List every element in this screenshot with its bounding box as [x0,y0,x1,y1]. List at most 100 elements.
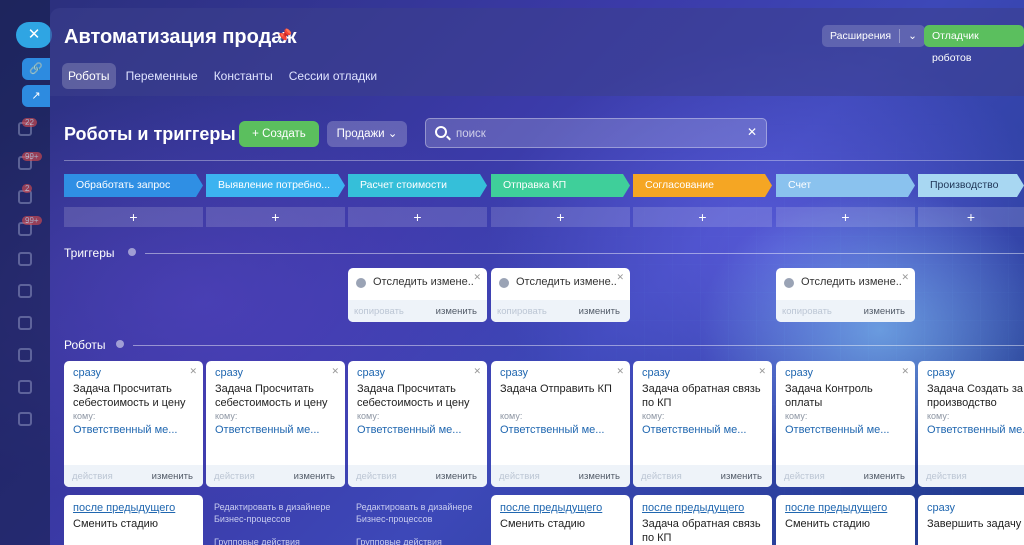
edit-link[interactable]: изменить [864,471,905,482]
copy-link[interactable]: копировать [354,306,404,317]
robot-assignee[interactable]: Ответственный ме... [642,424,746,436]
add-trigger-button[interactable]: + [206,207,345,227]
actions-link[interactable]: действия [72,471,113,482]
add-trigger-button[interactable]: + [776,207,915,227]
robot-card[interactable]: сразу ✕ Задача обратная связь по КП кому… [633,361,772,487]
pipeline-select[interactable]: Продажи ⌄ [327,121,407,147]
add-trigger-button[interactable]: + [633,207,772,227]
robot-card[interactable]: сразу Завершить задачу [918,495,1024,545]
link-icon[interactable]: 🔗 [22,58,50,80]
robot-timing[interactable]: после предыдущего [785,502,887,514]
copy-link[interactable]: копировать [497,306,547,317]
robots-label: Роботы [64,338,106,352]
robot-card[interactable]: после предыдущего Задача обратная связь … [633,495,772,545]
edit-link[interactable]: изменить [152,471,193,482]
calendar-icon[interactable] [18,252,32,266]
close-icon[interactable]: ✕ [16,22,52,48]
robot-timing[interactable]: после предыдущего [500,502,602,514]
group-actions-link[interactable]: Групповые действия [214,536,300,545]
add-trigger-button[interactable]: + [918,207,1024,227]
group-actions-link[interactable]: Групповые действия [356,536,442,545]
robot-card[interactable]: после предыдущего Сменить стадию [64,495,203,545]
edit-link[interactable]: изменить [294,471,335,482]
clear-icon[interactable]: ✕ [747,125,757,139]
box-icon[interactable] [18,380,32,394]
robot-timing[interactable]: сразу [357,367,385,379]
crm-icon[interactable] [18,348,32,362]
robot-debugger-button[interactable]: Отладчик роботов [924,25,1024,64]
help-icon[interactable] [128,248,136,256]
robot-assignee[interactable]: Ответственный ме... [927,424,1024,436]
actions-link[interactable]: действия [926,471,967,482]
robot-card[interactable]: сразу ✕ Задача Просчитать себестоимость … [348,361,487,487]
robot-timing[interactable]: сразу [927,502,955,514]
tab-variables[interactable]: Переменные [120,63,204,89]
close-icon[interactable]: ✕ [901,366,909,377]
actions-link[interactable]: действия [499,471,540,482]
open-external-icon[interactable]: ↗ [22,85,50,107]
robot-card[interactable]: после предыдущего Сменить стадию [776,495,915,545]
automation-icon[interactable] [18,412,32,426]
robot-timing[interactable]: сразу [927,367,955,379]
trigger-card[interactable]: Отследить измене... ✕ копировать изменит… [491,268,630,322]
tab-constants[interactable]: Константы [208,63,279,89]
actions-link[interactable]: действия [214,471,255,482]
actions-link[interactable]: действия [356,471,397,482]
robot-assignee[interactable]: Ответственный ме... [73,424,177,436]
edit-link[interactable]: изменить [436,306,477,317]
close-icon[interactable]: ✕ [616,366,624,377]
robot-timing[interactable]: сразу [785,367,813,379]
tab-debug-sessions[interactable]: Сессии отладки [283,63,383,89]
edit-link[interactable]: изменить [579,471,620,482]
messages-icon[interactable] [18,284,32,298]
close-icon[interactable]: ✕ [758,366,766,377]
edit-link[interactable]: изменить [864,306,905,317]
robot-card[interactable]: сразу Задача Создать за на производство … [918,361,1024,487]
robot-timing[interactable]: сразу [500,367,528,379]
close-icon[interactable]: ✕ [616,272,624,283]
close-icon[interactable]: ✕ [473,366,481,377]
robot-assignee[interactable]: Ответственный ме... [215,424,319,436]
chevron-down-icon[interactable]: ⌄ [900,30,925,42]
robot-card[interactable]: сразу ✕ Задача Просчитать себестоимость … [206,361,345,487]
tab-robots[interactable]: Роботы [62,63,116,89]
edit-link[interactable]: изменить [436,471,477,482]
create-button[interactable]: + Создать [239,121,319,147]
close-icon[interactable]: ✕ [901,272,909,283]
robot-assignee[interactable]: Ответственный ме... [785,424,889,436]
robot-timing[interactable]: сразу [215,367,243,379]
robot-timing[interactable]: сразу [642,367,670,379]
add-trigger-button[interactable]: + [491,207,630,227]
edit-in-designer-link[interactable]: Редактировать в дизайнере Бизнес-процесс… [214,501,344,525]
robot-card[interactable]: после предыдущего Сменить стадию [491,495,630,545]
add-trigger-button[interactable]: + [348,207,487,227]
extensions-label: Расширения [830,30,892,42]
robot-timing[interactable]: после предыдущего [642,502,744,514]
add-trigger-button[interactable]: + [64,207,203,227]
trigger-card[interactable]: Отследить измене... ✕ копировать изменит… [776,268,915,322]
actions-link[interactable]: действия [784,471,825,482]
trigger-card[interactable]: Отследить измене... ✕ копировать изменит… [348,268,487,322]
robot-timing[interactable]: сразу [73,367,101,379]
robot-assignee[interactable]: Ответственный ме... [500,424,604,436]
close-icon[interactable]: ✕ [331,366,339,377]
extensions-button[interactable]: Расширения ⌄ [822,25,925,47]
pin-icon[interactable]: 📌 [276,28,292,44]
robot-card[interactable]: сразу ✕ Задача Отправить КП кому: Ответс… [491,361,630,487]
help-icon[interactable] [116,340,124,348]
copy-link[interactable]: копировать [782,306,832,317]
robot-card[interactable]: сразу ✕ Задача Просчитать себестоимость … [64,361,203,487]
robot-timing[interactable]: после предыдущего [73,502,175,514]
edit-link[interactable]: изменить [579,306,620,317]
tasks-badge: 22 [22,118,37,127]
actions-link[interactable]: действия [641,471,682,482]
close-icon[interactable]: ✕ [189,366,197,377]
robot-card[interactable]: сразу ✕ Задача Контроль оплаты кому: Отв… [776,361,915,487]
docs-icon[interactable] [18,316,32,330]
close-icon[interactable]: ✕ [473,272,481,283]
plus-icon: + [252,128,263,140]
search-input[interactable] [456,125,736,143]
edit-link[interactable]: изменить [721,471,762,482]
edit-in-designer-link[interactable]: Редактировать в дизайнере Бизнес-процесс… [356,501,486,525]
robot-assignee[interactable]: Ответственный ме... [357,424,461,436]
